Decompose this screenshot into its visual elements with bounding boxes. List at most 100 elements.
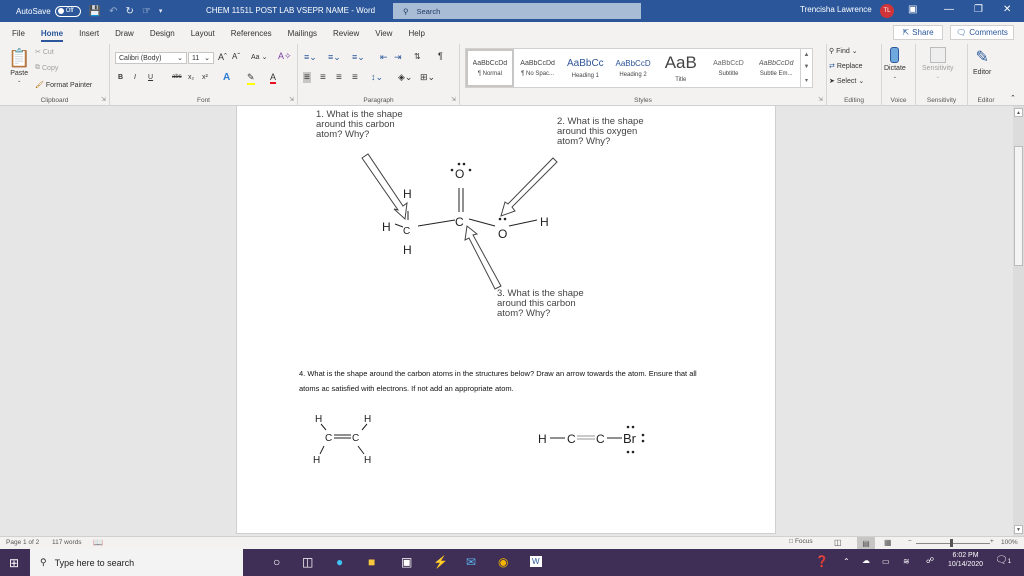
copy-button[interactable]: ⧉ Copy — [35, 64, 58, 72]
styles-gallery-scroll[interactable]: ▲ ▼ ▾ — [800, 49, 812, 87]
collapse-ribbon-icon[interactable]: ⌃ — [1010, 94, 1016, 102]
tab-help[interactable]: Help — [400, 22, 432, 44]
taskbar-search[interactable]: ⚲ Type here to search — [30, 549, 243, 576]
superscript-button[interactable]: x² — [202, 74, 208, 81]
wifi-icon[interactable]: ≋ — [903, 557, 910, 566]
strikethrough-button[interactable]: abc — [172, 74, 182, 80]
print-layout-icon[interactable]: ▤ — [857, 537, 875, 549]
style-heading-2[interactable]: AaBbCcD Heading 2 — [609, 49, 657, 87]
style-subtle-emphasis[interactable]: AaBbCcDd Subtle Em... — [752, 49, 800, 87]
line-spacing-icon[interactable]: ↕⌄ — [371, 72, 383, 83]
tab-file[interactable]: File — [4, 22, 33, 44]
file-explorer-icon[interactable]: ■ — [368, 555, 375, 569]
chrome-icon[interactable]: ◉ — [498, 555, 508, 569]
subscript-button[interactable]: x₂ — [188, 74, 194, 81]
document-page[interactable]: 1. What is the shape around this carbon at… — [236, 106, 776, 534]
align-center-icon[interactable]: ≡ — [320, 72, 326, 83]
justify-icon[interactable]: ≡ — [352, 72, 358, 83]
notification-icon[interactable]: 🗨1 — [995, 555, 1011, 566]
tab-review[interactable]: Review — [325, 22, 367, 44]
tab-draw[interactable]: Draw — [107, 22, 142, 44]
tab-view[interactable]: View — [367, 22, 400, 44]
word-taskbar-icon[interactable]: W — [530, 556, 542, 567]
zoom-in-button[interactable]: + — [990, 538, 994, 545]
dictate-button[interactable]: Dictate ⌄ — [884, 47, 906, 80]
paste-button[interactable]: 📋 Paste ⌄ — [8, 48, 30, 84]
font-size-dropdown[interactable]: 11 ⌄ — [188, 52, 214, 64]
tab-home[interactable]: Home — [33, 22, 71, 44]
close-button[interactable]: ✕ — [1003, 4, 1011, 15]
app-icon[interactable]: ⚡ — [433, 555, 448, 569]
ribbon-display-options-icon[interactable]: ▣ — [908, 4, 917, 15]
scroll-thumb[interactable] — [1014, 146, 1023, 266]
style-no-spacing[interactable]: AaBbCcDd ¶ No Spac... — [514, 49, 562, 87]
shrink-font-icon[interactable]: Aˇ — [232, 52, 240, 61]
dialog-launcher-icon[interactable]: ⇲ — [101, 96, 106, 103]
clock[interactable]: 6:02 PM 10/14/2020 — [948, 552, 983, 568]
help-icon[interactable]: ❓ — [815, 555, 829, 568]
select-button[interactable]: ➤ Select ⌄ — [829, 77, 864, 86]
more-styles-icon[interactable]: ▾ — [805, 77, 808, 84]
sensitivity-button[interactable]: Sensitivity ⌄ — [922, 47, 954, 80]
word-count[interactable]: 117 words — [52, 539, 82, 546]
restore-button[interactable]: ❐ — [974, 4, 983, 15]
decrease-indent-icon[interactable]: ⇤ — [380, 52, 388, 63]
autosave-toggle[interactable]: AutoSave Off — [16, 5, 81, 17]
windows-start-icon[interactable]: ⊞ — [9, 556, 19, 570]
autosave-switch[interactable]: Off — [54, 5, 81, 17]
highlight-icon[interactable]: ✎ — [247, 72, 255, 85]
scroll-up-button[interactable]: ▲ — [1014, 108, 1023, 117]
customize-qat-icon[interactable]: ▾ — [159, 7, 163, 15]
bullets-icon[interactable]: ≡⌄ — [304, 52, 317, 63]
change-case-button[interactable]: Aa ⌄ — [251, 53, 267, 62]
sort-icon[interactable]: ⇅ — [414, 52, 421, 61]
find-button[interactable]: ⚲ Find ⌄ — [829, 47, 858, 56]
tab-mailings[interactable]: Mailings — [280, 22, 325, 44]
focus-button[interactable]: □ Focus — [789, 538, 813, 545]
task-view-icon[interactable]: ◫ — [302, 555, 313, 569]
web-layout-icon[interactable]: ▦ — [884, 538, 892, 547]
style-subtitle[interactable]: AaBbCcD Subtitle — [705, 49, 753, 87]
dialog-launcher-icon[interactable]: ⇲ — [818, 96, 823, 103]
dialog-launcher-icon[interactable]: ⇲ — [451, 96, 456, 103]
zoom-slider-thumb[interactable] — [950, 539, 953, 547]
cut-button[interactable]: ✂ Cut — [35, 48, 54, 57]
avatar[interactable]: TL — [880, 4, 894, 18]
show-hidden-icons[interactable]: ⌃ — [843, 557, 850, 566]
scroll-down-button[interactable]: ▼ — [1014, 525, 1023, 534]
undo-icon[interactable]: ↶ — [109, 6, 117, 17]
redo-icon[interactable]: ↻ — [126, 6, 134, 17]
style-normal[interactable]: AaBbCcDd ¶ Normal — [466, 49, 514, 87]
tab-layout[interactable]: Layout — [183, 22, 223, 44]
font-name-dropdown[interactable]: Calibri (Body) ⌄ — [115, 52, 187, 64]
proofing-icon[interactable]: 📖 — [93, 538, 103, 547]
store-icon[interactable]: ▣ — [401, 555, 412, 569]
share-button[interactable]: ⇱ Share — [893, 25, 943, 40]
search-box[interactable]: ⚲ Search — [393, 3, 641, 19]
tab-design[interactable]: Design — [142, 22, 183, 44]
show-marks-icon[interactable]: ¶ — [438, 51, 443, 61]
touch-mode-icon[interactable]: ☞ — [142, 6, 151, 17]
align-left-icon[interactable]: ≡ — [303, 72, 311, 83]
format-painter-button[interactable]: 🖌 Format Painter — [35, 81, 92, 90]
zoom-level[interactable]: 100% — [1001, 539, 1018, 546]
user-name[interactable]: Trencisha Lawrence — [800, 5, 872, 14]
page-count[interactable]: Page 1 of 2 — [6, 539, 39, 546]
text-effects-icon[interactable]: A — [223, 72, 230, 83]
cortana-icon[interactable]: ○ — [273, 555, 280, 569]
style-title[interactable]: AaB Title — [657, 49, 705, 87]
underline-button[interactable]: U — [148, 74, 153, 81]
read-mode-icon[interactable]: ◫ — [834, 538, 842, 547]
scroll-down-icon[interactable]: ▼ — [804, 64, 810, 70]
grow-font-icon[interactable]: Aˆ — [218, 52, 227, 62]
numbering-icon[interactable]: ≡⌄ — [328, 52, 341, 63]
scroll-up-icon[interactable]: ▲ — [804, 52, 810, 58]
replace-button[interactable]: ⇄ Replace — [829, 62, 863, 71]
onedrive-icon[interactable]: ☁ — [862, 556, 870, 565]
style-heading-1[interactable]: AaBbCc Heading 1 — [561, 49, 609, 87]
vertical-scrollbar[interactable]: ▲ ▼ — [1013, 106, 1024, 536]
network-icon[interactable]: ☍ — [926, 556, 934, 565]
edge-icon[interactable]: ● — [336, 555, 343, 569]
bold-button[interactable]: B — [118, 74, 123, 81]
tab-insert[interactable]: Insert — [71, 22, 107, 44]
